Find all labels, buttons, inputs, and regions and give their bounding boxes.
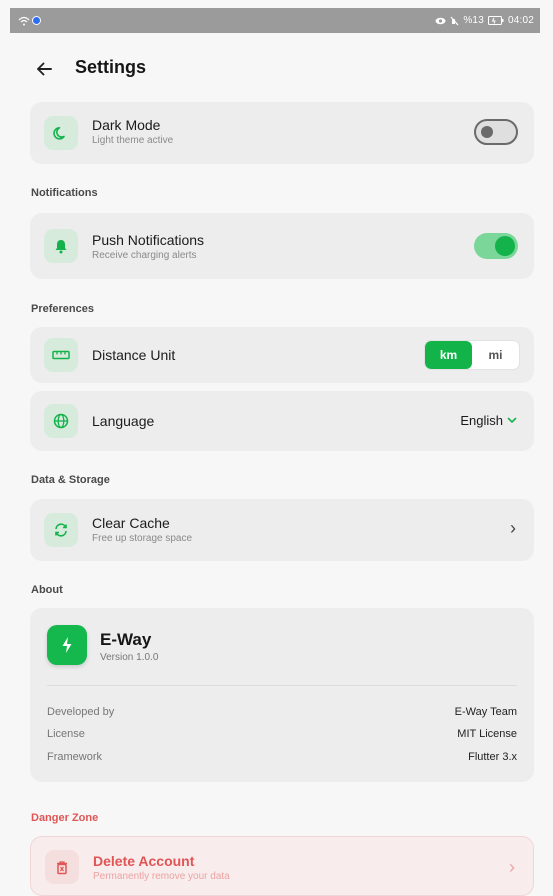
app-name: E-Way (100, 630, 152, 649)
notification-dot-icon (32, 16, 41, 25)
language-card[interactable]: Language English (30, 391, 534, 451)
push-notifications-card[interactable]: Push Notifications Receive charging aler… (30, 213, 534, 279)
app-logo (47, 625, 87, 665)
status-right: %13 04:02 (435, 15, 534, 26)
delete-account-title: Delete Account (93, 853, 195, 869)
delete-account-icon-box (45, 850, 79, 884)
info-value: E-Way Team (454, 706, 517, 718)
ruler-icon (52, 350, 70, 360)
section-notifications: Notifications (31, 187, 98, 199)
page-title: Settings (75, 57, 147, 77)
moon-icon (53, 127, 65, 140)
dark-mode-subtitle: Light theme active (92, 135, 174, 146)
clear-cache-card[interactable]: Clear Cache Free up storage space › (30, 499, 534, 561)
lightning-bolt-icon (62, 637, 72, 653)
battery-icon (487, 16, 504, 25)
chevron-down-icon (507, 417, 517, 424)
info-value: MIT License (457, 728, 517, 740)
toggle-knob (495, 236, 515, 256)
eye-icon (435, 17, 446, 24)
info-label: License (47, 728, 85, 740)
bell-icon (55, 239, 67, 253)
status-left (18, 16, 41, 26)
battery-percent: %13 (463, 15, 484, 26)
section-danger-zone: Danger Zone (31, 812, 99, 824)
language-icon-box (44, 404, 78, 438)
language-value: English (460, 413, 503, 428)
info-label: Framework (47, 751, 103, 763)
push-notifications-subtitle: Receive charging alerts (92, 250, 197, 261)
divider (47, 685, 517, 686)
push-notifications-icon-box (44, 229, 78, 263)
language-dropdown[interactable]: English (460, 413, 517, 428)
app-bar: Settings (0, 54, 553, 86)
push-notifications-title: Push Notifications (92, 232, 205, 248)
mute-icon (450, 16, 459, 25)
push-notifications-toggle[interactable] (474, 233, 518, 259)
trash-icon (57, 860, 67, 874)
distance-unit-card: Distance Unit km mi (30, 327, 534, 383)
dark-mode-icon-box (44, 116, 78, 150)
app-version: Version 1.0.0 (100, 652, 159, 663)
status-time: 04:02 (507, 15, 534, 26)
dark-mode-card[interactable]: Dark Mode Light theme active (30, 102, 534, 164)
distance-unit-title: Distance Unit (92, 347, 176, 363)
clear-cache-subtitle: Free up storage space (92, 533, 193, 544)
dark-mode-toggle[interactable] (474, 119, 518, 145)
delete-account-card[interactable]: Delete Account Permanently remove your d… (30, 836, 534, 896)
clear-cache-icon-box (44, 513, 78, 547)
chevron-right-icon: › (510, 518, 516, 538)
section-about: About (31, 584, 63, 596)
wifi-icon (18, 16, 30, 25)
about-card: E-Way Version 1.0.0 Developed by E-Way T… (30, 608, 534, 782)
refresh-icon (55, 523, 67, 537)
unit-option-mi[interactable]: mi (472, 341, 519, 369)
status-bar: %13 04:02 (10, 8, 540, 33)
section-data-storage: Data & Storage (31, 474, 110, 486)
info-value: Flutter 3.x (468, 751, 517, 763)
clear-cache-title: Clear Cache (92, 515, 170, 531)
info-label: Developed by (47, 706, 115, 718)
distance-unit-icon-box (44, 338, 78, 372)
toggle-knob (481, 126, 493, 138)
distance-unit-selector: km mi (424, 340, 520, 370)
delete-account-subtitle: Permanently remove your data (93, 871, 230, 882)
unit-option-km[interactable]: km (425, 341, 472, 369)
back-button[interactable] (34, 56, 58, 82)
back-arrow-icon (37, 62, 52, 76)
chevron-right-icon: › (509, 857, 515, 877)
globe-icon (53, 413, 69, 429)
language-title: Language (92, 413, 155, 429)
dark-mode-title: Dark Mode (92, 117, 161, 133)
section-preferences: Preferences (31, 303, 94, 315)
